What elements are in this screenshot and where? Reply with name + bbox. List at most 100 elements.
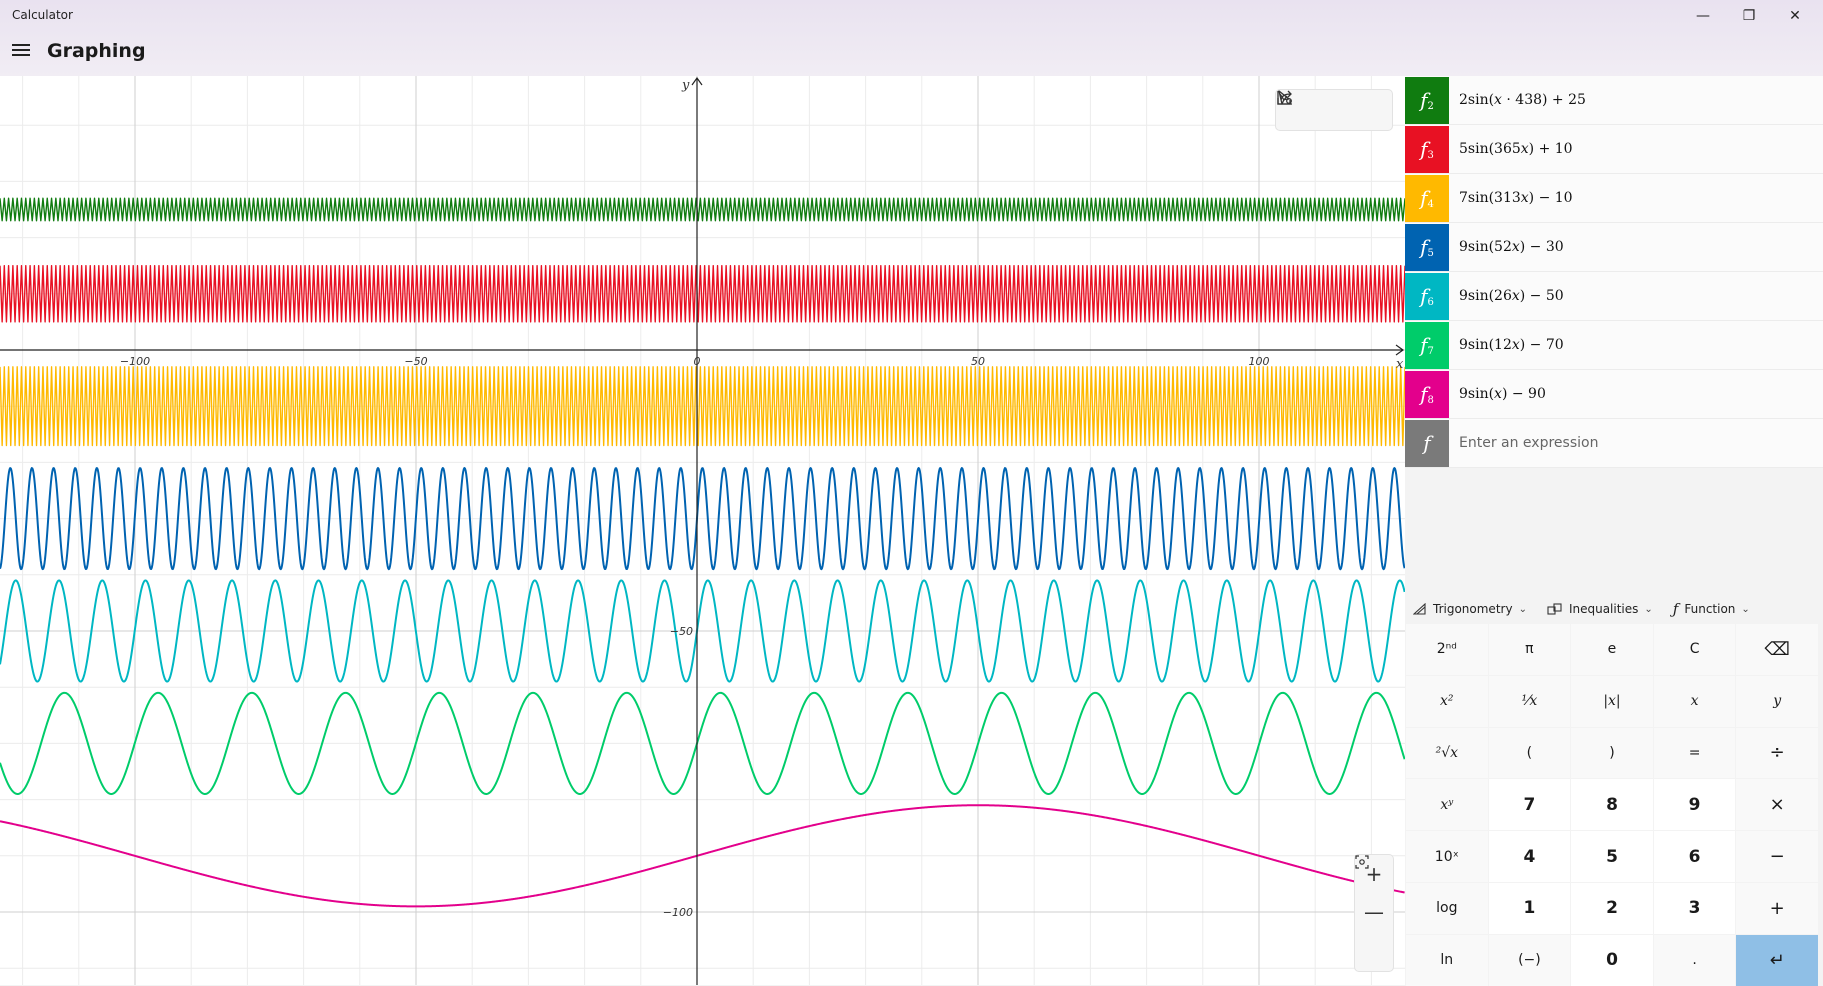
nine-key[interactable]: 9 bbox=[1653, 779, 1736, 831]
function-expression[interactable]: 9sin(26𝑥) − 50 bbox=[1459, 288, 1564, 304]
x-key[interactable]: 𝑥 bbox=[1653, 675, 1736, 727]
function-symbol: f bbox=[1420, 382, 1428, 406]
restore-button[interactable]: ❐ bbox=[1726, 0, 1772, 32]
power-key[interactable]: 𝑥ʸ bbox=[1406, 779, 1488, 831]
root-key[interactable]: ²√𝑥 bbox=[1406, 727, 1488, 779]
function-symbol: f bbox=[1420, 284, 1428, 308]
app-title: Calculator bbox=[12, 8, 73, 22]
function-expression[interactable]: 9sin(52𝑥) − 30 bbox=[1459, 239, 1564, 255]
function-expression[interactable]: 2sin(𝑥 · 438) + 25 bbox=[1459, 92, 1586, 108]
e-key[interactable]: e bbox=[1571, 624, 1653, 675]
enter-key[interactable]: ↵ bbox=[1736, 934, 1818, 986]
square-key[interactable]: 𝑥² bbox=[1406, 675, 1488, 727]
triangle-ruler-icon bbox=[1413, 603, 1426, 615]
reset-view-icon[interactable] bbox=[1355, 855, 1393, 969]
one-key[interactable]: 1 bbox=[1488, 882, 1571, 934]
log-key[interactable]: log bbox=[1406, 882, 1488, 934]
mode-title: Graphing bbox=[47, 40, 146, 62]
divide-key[interactable]: ÷ bbox=[1736, 727, 1818, 779]
trigonometry-label: Trigonometry bbox=[1433, 602, 1513, 616]
function-symbol: f bbox=[1420, 137, 1428, 161]
trigonometry-dropdown[interactable]: Trigonometry ⌄ bbox=[1413, 602, 1527, 616]
pi-key[interactable]: π bbox=[1488, 624, 1571, 675]
function-row-8[interactable]: f 8 9sin(𝑥) − 90 bbox=[1405, 370, 1823, 419]
function-row-2[interactable]: f 2 2sin(𝑥 · 438) + 25 bbox=[1405, 76, 1823, 125]
chevron-down-icon: ⌄ bbox=[1644, 603, 1653, 615]
function-color-swatch[interactable]: f2 bbox=[1405, 76, 1449, 124]
inequality-icon bbox=[1547, 603, 1562, 615]
graph-settings-icon[interactable] bbox=[1277, 91, 1388, 125]
function-expression[interactable]: 9sin(12𝑥) − 70 bbox=[1459, 337, 1564, 353]
chevron-down-icon: ⌄ bbox=[1741, 603, 1750, 615]
minimize-button[interactable]: — bbox=[1680, 0, 1726, 32]
graph-toolbar bbox=[1275, 89, 1393, 131]
function-color-swatch[interactable]: f5 bbox=[1405, 223, 1449, 271]
function-dropdown[interactable]: ƒ Function ⌄ bbox=[1673, 600, 1750, 618]
function-expression[interactable]: 7sin(313𝑥) − 10 bbox=[1459, 190, 1573, 206]
function-row-7[interactable]: f 7 9sin(12𝑥) − 70 bbox=[1405, 321, 1823, 370]
new-function-row[interactable]: f Enter an expression bbox=[1405, 419, 1823, 468]
open-paren-key[interactable]: ( bbox=[1488, 727, 1571, 779]
x-tick-label: −50 bbox=[404, 355, 427, 368]
backspace-key[interactable]: ⌫ bbox=[1736, 624, 1818, 675]
plus-key[interactable]: + bbox=[1736, 882, 1818, 934]
function-color-swatch[interactable]: f3 bbox=[1405, 125, 1449, 173]
function-color-swatch[interactable]: f8 bbox=[1405, 370, 1449, 418]
clear-key[interactable]: C bbox=[1653, 624, 1736, 675]
abs-key[interactable]: |𝑥| bbox=[1571, 675, 1653, 727]
right-panel: f 2 2sin(𝑥 · 438) + 25 f 3 5sin(365𝑥) + 10 f 4 7… bbox=[1405, 76, 1823, 986]
expression-input[interactable]: Enter an expression bbox=[1459, 435, 1598, 451]
seven-key[interactable]: 7 bbox=[1488, 779, 1571, 831]
function-row-5[interactable]: f 5 9sin(52𝑥) − 30 bbox=[1405, 223, 1823, 272]
two-key[interactable]: 2 bbox=[1571, 882, 1653, 934]
function-expression[interactable]: 5sin(365𝑥) + 10 bbox=[1459, 141, 1573, 157]
x-tick-label: 50 bbox=[971, 355, 985, 368]
zoom-out-button[interactable]: — bbox=[1355, 893, 1393, 931]
function-symbol: f bbox=[1420, 88, 1428, 112]
function-index: 3 bbox=[1427, 149, 1434, 161]
reciprocal-key[interactable]: ¹⁄𝑥 bbox=[1488, 675, 1571, 727]
zero-key[interactable]: 0 bbox=[1571, 934, 1653, 986]
y-key[interactable]: 𝑦 bbox=[1736, 675, 1818, 727]
function-color-swatch[interactable]: f6 bbox=[1405, 272, 1449, 320]
three-key[interactable]: 3 bbox=[1653, 882, 1736, 934]
six-key[interactable]: 6 bbox=[1653, 831, 1736, 882]
four-key[interactable]: 4 bbox=[1488, 831, 1571, 882]
eight-key[interactable]: 8 bbox=[1571, 779, 1653, 831]
function-row-4[interactable]: f 4 7sin(313𝑥) − 10 bbox=[1405, 174, 1823, 223]
close-button[interactable]: ✕ bbox=[1772, 0, 1818, 32]
close-paren-key[interactable]: ) bbox=[1571, 727, 1653, 779]
y-axis-label: y bbox=[681, 78, 690, 93]
hamburger-menu-icon[interactable] bbox=[12, 44, 30, 58]
chevron-down-icon: ⌄ bbox=[1518, 603, 1527, 615]
function-toolbar: Trigonometry ⌄ Inequalities ⌄ ƒ Function… bbox=[1413, 594, 1750, 624]
function-index: 7 bbox=[1427, 345, 1434, 357]
five-key[interactable]: 5 bbox=[1571, 831, 1653, 882]
function-color-swatch[interactable]: f7 bbox=[1405, 321, 1449, 369]
function-label: Function bbox=[1684, 602, 1736, 616]
function-symbol: f bbox=[1420, 186, 1428, 210]
minus-key[interactable]: − bbox=[1736, 831, 1818, 882]
graph-plot[interactable]: −100 −50 0 50 100 −50 −100 x y bbox=[0, 76, 1405, 985]
function-symbol: f bbox=[1423, 431, 1431, 455]
function-row-6[interactable]: f 6 9sin(26𝑥) − 50 bbox=[1405, 272, 1823, 321]
negate-key[interactable]: (−) bbox=[1488, 934, 1571, 986]
x-tick-label: −100 bbox=[120, 355, 150, 368]
decimal-key[interactable]: . bbox=[1653, 934, 1736, 986]
inequalities-dropdown[interactable]: Inequalities ⌄ bbox=[1547, 602, 1653, 616]
x-axis-label: x bbox=[1396, 357, 1404, 372]
share-icon[interactable] bbox=[1277, 90, 1349, 125]
multiply-key[interactable]: × bbox=[1736, 779, 1818, 831]
function-expression[interactable]: 9sin(𝑥) − 90 bbox=[1459, 386, 1546, 402]
second-key[interactable]: 2ⁿᵈ bbox=[1406, 624, 1488, 675]
function-index: 5 bbox=[1427, 247, 1434, 259]
function-row-3[interactable]: f 3 5sin(365𝑥) + 10 bbox=[1405, 125, 1823, 174]
ten-power-key[interactable]: 10ˣ bbox=[1406, 831, 1488, 882]
x-tick-label: 100 bbox=[1249, 355, 1270, 368]
function-index: 8 bbox=[1427, 394, 1434, 406]
curve-f2 bbox=[0, 197, 1405, 222]
function-color-swatch[interactable]: f4 bbox=[1405, 174, 1449, 222]
graph-canvas[interactable]: −100 −50 0 50 100 −50 −100 x y + — bbox=[0, 76, 1405, 985]
ln-key[interactable]: ln bbox=[1406, 934, 1488, 986]
equals-key[interactable]: = bbox=[1653, 727, 1736, 779]
